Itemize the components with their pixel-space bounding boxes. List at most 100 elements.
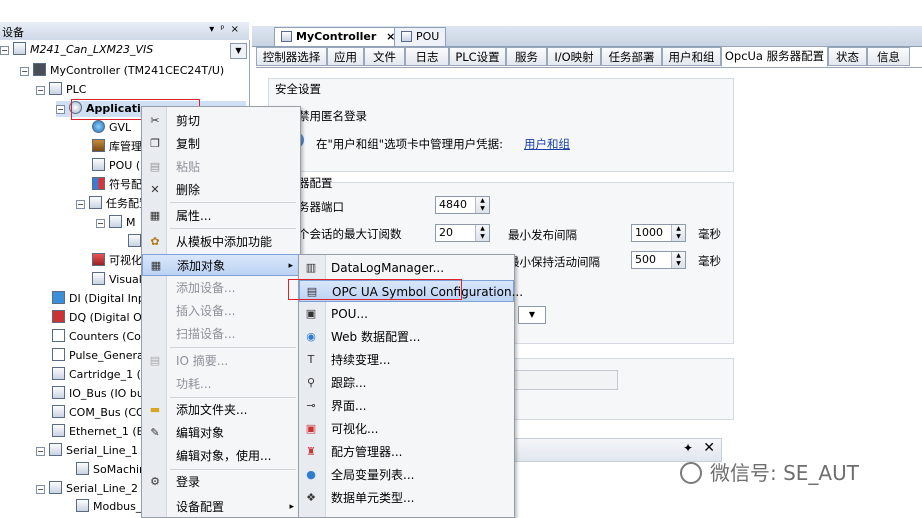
tab-users-groups[interactable]: 用户和组	[662, 47, 721, 66]
tab-controller-select[interactable]: 控制器选择	[256, 47, 327, 66]
tab-mycontroller[interactable]: MyController ×	[274, 27, 403, 46]
submenu-item-interface[interactable]: ⊸ 界面...	[299, 395, 514, 417]
panel-dropdown-icon[interactable]: ▾	[209, 24, 220, 35]
panel-header-buttons[interactable]: ▾ᵖ×	[209, 24, 245, 35]
tree-item-serial2[interactable]: − Serial_Line_2 (	[36, 481, 146, 497]
tree-item-ethernet[interactable]: Ethernet_1 (E	[52, 424, 144, 440]
gvl-icon: ●	[306, 468, 316, 481]
collapse-icon[interactable]: −	[36, 86, 45, 95]
menu-item-device-config[interactable]: 设备配置 ▸	[142, 496, 300, 518]
tab-plc-settings[interactable]: PLC设置	[449, 47, 506, 66]
menu-item-login[interactable]: ⚙ 登录	[142, 471, 300, 493]
spin-arrows-icon[interactable]: ▲ ▼	[671, 252, 685, 268]
tree-item-combus[interactable]: COM_Bus (CO	[52, 405, 145, 421]
menu-item-add-object[interactable]: ▦ 添加对象 ▸	[142, 254, 300, 276]
collapse-icon[interactable]: −	[20, 67, 29, 76]
tree-item-di[interactable]: DI (Digital Inpu	[52, 291, 152, 307]
submenu-item-recipe[interactable]: ♜ 配方管理器...	[299, 441, 514, 463]
tree-item-counters[interactable]: Counters (Cou	[52, 329, 148, 345]
watermark: 微信号: SE_AUT	[680, 455, 910, 491]
tab-opcua-server-config[interactable]: OpcUa 服务器配置	[721, 46, 828, 67]
tree-label: Serial_Line_2 (	[66, 482, 146, 495]
tree-item-controller[interactable]: − MyController (TM241CEC24T/U)	[20, 63, 224, 79]
panel-close-icon[interactable]: ×	[231, 24, 245, 35]
menu-item-add-device[interactable]: 添加设备...	[142, 277, 300, 299]
tab-info[interactable]: 信息	[867, 47, 910, 66]
menu-item-edit-object[interactable]: ✎ 编辑对象	[142, 422, 300, 444]
collapse-icon[interactable]: −	[56, 105, 65, 114]
combo-dropdown-icon[interactable]: ▼	[518, 306, 546, 324]
tree-item-pulse[interactable]: Pulse_Generat	[52, 348, 148, 364]
menu-item-delete[interactable]: ✕ 删除	[142, 179, 300, 201]
tab-task-deploy[interactable]: 任务部署	[601, 47, 662, 66]
menu-item-add-from-template[interactable]: ✿ 从模板中添加功能	[142, 231, 300, 253]
tab-services[interactable]: 服务	[506, 47, 547, 66]
tab-files[interactable]: 文件	[364, 47, 405, 66]
project-dropdown-icon[interactable]: ▼	[230, 43, 247, 59]
serial-icon	[49, 443, 62, 456]
serial-icon	[49, 481, 62, 494]
add-icon[interactable]: ✦	[683, 441, 693, 455]
tree-item-visu[interactable]: 可视化	[92, 253, 142, 269]
collapse-icon[interactable]: −	[36, 485, 45, 494]
collapse-icon[interactable]: −	[36, 447, 45, 456]
menu-label: 删除	[176, 183, 201, 197]
close-icon[interactable]: ✕	[703, 440, 715, 456]
tree-item-serial1[interactable]: − Serial_Line_1 (	[36, 443, 146, 459]
menu-item-paste[interactable]: ▤ 粘贴	[142, 156, 300, 178]
tree-item-visu-manager[interactable]: Visual	[92, 272, 142, 288]
tree-item-task[interactable]: − 任务配置	[76, 196, 150, 212]
panel-pin-icon[interactable]: ᵖ	[220, 24, 230, 35]
server-port-input[interactable]: 4840 ▲ ▼	[435, 196, 490, 214]
menu-separator	[170, 397, 296, 398]
submenu-item-datalog[interactable]: ▥ DataLogManager...	[299, 257, 514, 279]
tree-item-iobus[interactable]: IO_Bus (IO bu	[52, 386, 144, 402]
tree-item-cartridge[interactable]: Cartridge_1 (C	[52, 367, 149, 383]
tree-item-plc[interactable]: − PLC	[36, 82, 86, 98]
menu-item-cut[interactable]: ✂ 剪切	[142, 110, 300, 132]
submenu-item-visu[interactable]: ▣ 可视化...	[299, 418, 514, 440]
tree-item-dq[interactable]: DQ (Digital Ou	[52, 310, 149, 326]
collapse-icon[interactable]: −	[76, 200, 85, 209]
server-port-label: 务器端口	[298, 200, 344, 214]
menu-label: 添加对象	[177, 259, 226, 273]
menu-separator	[170, 347, 296, 348]
menu-item-power[interactable]: 功耗...	[142, 373, 300, 395]
properties-icon: ▦	[149, 209, 161, 222]
spin-arrows-icon[interactable]: ▲ ▼	[671, 225, 685, 241]
submenu-item-pou[interactable]: ▣ POU...	[299, 303, 514, 325]
tab-log[interactable]: 日志	[405, 47, 449, 66]
tree-label: Counters (Cou	[69, 330, 148, 343]
devices-panel-title: 设备	[2, 26, 24, 39]
tab-io-mapping[interactable]: I/O映射	[547, 47, 601, 66]
menu-label: 添加文件夹...	[176, 403, 248, 417]
menu-item-edit-object-with[interactable]: 编辑对象，使用...	[142, 445, 300, 467]
tab-application[interactable]: 应用	[327, 47, 364, 66]
menu-item-properties[interactable]: ▦ 属性...	[142, 205, 300, 227]
project-node[interactable]: − M241_Can_LXM23_VIS	[0, 42, 153, 58]
tree-item-task-m[interactable]: − M	[96, 215, 136, 231]
menu-item-insert-device[interactable]: 插入设备...	[142, 300, 300, 322]
collapse-icon[interactable]: −	[0, 46, 9, 55]
menu-label: 功耗...	[176, 377, 212, 391]
submenu-item-trace[interactable]: ⚲ 跟踪...	[299, 372, 514, 394]
spin-arrows-icon[interactable]: ▲ ▼	[475, 225, 489, 241]
submenu-item-dut[interactable]: ❖ 数据单元类型...	[299, 487, 514, 509]
min-publish-input[interactable]: 1000 ▲ ▼	[631, 224, 686, 242]
submenu-item-persistent[interactable]: T 持续变理...	[299, 349, 514, 371]
menu-item-scan-device[interactable]: 扫描设备...	[142, 323, 300, 345]
users-groups-link[interactable]: 用户和组	[524, 136, 570, 152]
menu-item-add-folder[interactable]: ▬ 添加文件夹...	[142, 399, 300, 421]
menu-item-io-summary[interactable]: ▤ IO 摘要...	[142, 350, 300, 372]
tree-item-modbus[interactable]: Modbus_M	[76, 499, 151, 515]
tree-item-gvl[interactable]: GVL	[92, 120, 131, 136]
collapse-icon[interactable]: −	[96, 219, 105, 228]
min-keepalive-input[interactable]: 500 ▲ ▼	[631, 251, 686, 269]
max-subscriptions-input[interactable]: 20 ▲ ▼	[435, 224, 490, 242]
menu-item-copy[interactable]: ❐ 复制	[142, 133, 300, 155]
submenu-item-gvl[interactable]: ● 全局变量列表...	[299, 464, 514, 486]
tab-status[interactable]: 状态	[828, 47, 867, 66]
tab-pou[interactable]: POU	[394, 27, 447, 46]
spin-arrows-icon[interactable]: ▲ ▼	[475, 197, 489, 213]
submenu-item-web-data[interactable]: ◉ Web 数据配置...	[299, 326, 514, 348]
